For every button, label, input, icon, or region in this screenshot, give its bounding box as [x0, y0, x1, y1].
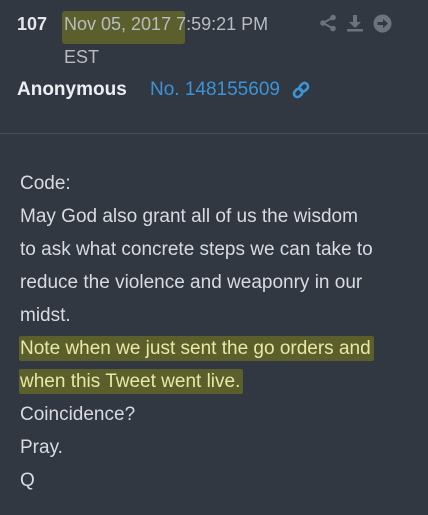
- message-line: midst.: [20, 305, 71, 326]
- share-icon[interactable]: [318, 13, 338, 33]
- post-body: Code: May God also grant all of us the w…: [0, 134, 428, 515]
- post-number: 107: [17, 14, 48, 34]
- post-actions: [318, 13, 392, 33]
- post-time: 7:59:21 PM: [176, 14, 269, 34]
- message-line: Coincidence?: [20, 404, 136, 425]
- post-header: 107 Nov 05, 2017 7:59:21 PM EST Anonymou…: [0, 0, 428, 134]
- post-date: Nov 05, 2017: [64, 14, 172, 34]
- post-id-link[interactable]: No. 148155609: [150, 79, 280, 101]
- link-icon[interactable]: [291, 80, 311, 100]
- message-line: to ask what concrete steps we can take t…: [20, 239, 373, 260]
- highlighted-text: when this Tweet went live.: [19, 369, 244, 394]
- download-icon[interactable]: [345, 13, 365, 33]
- highlighted-line: Note when we just sent the go orders and: [19, 336, 374, 361]
- post-timezone: EST: [64, 47, 100, 67]
- message-line: Pray.: [20, 437, 63, 458]
- post-author: Anonymous: [17, 79, 127, 100]
- arrow-right-circle-icon[interactable]: [372, 13, 392, 33]
- message-line: May God also grant all of us the wisdom: [20, 206, 358, 227]
- highlighted-text: Note when we just sent the go orders and: [19, 336, 374, 361]
- highlighted-line: when this Tweet went live.: [19, 369, 244, 394]
- post-timestamp: Nov 05, 2017 7:59:21 PM: [64, 14, 268, 35]
- message-signature: Q: [20, 470, 35, 491]
- message-line: Code:: [20, 173, 71, 194]
- message-line: reduce the violence and weaponry in our: [20, 272, 363, 293]
